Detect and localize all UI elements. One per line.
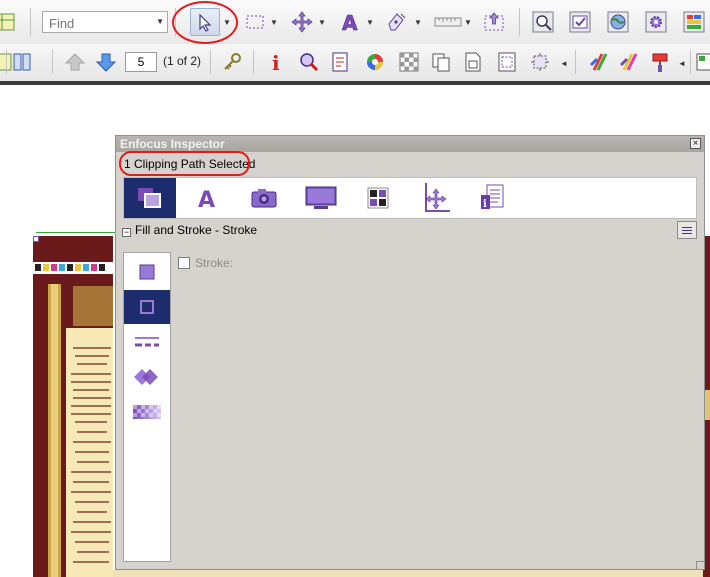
document-edit-icon[interactable]: [328, 49, 354, 75]
select-object-tool-button[interactable]: [190, 8, 220, 36]
find-dropdown-icon[interactable]: ▼: [156, 17, 164, 26]
inspector-tabs: A i: [123, 177, 697, 219]
sidebar-item-fill[interactable]: [124, 255, 170, 289]
panel-menu-button[interactable]: [677, 221, 697, 239]
ruler-dropdown-icon[interactable]: ▼: [464, 18, 472, 27]
resize-grip-icon[interactable]: [696, 561, 704, 569]
close-icon[interactable]: ×: [690, 138, 701, 149]
svg-text:i: i: [272, 51, 280, 74]
sidebar-item-dash[interactable]: [124, 325, 170, 359]
transparency-icon[interactable]: [396, 49, 422, 75]
move-tool-dropdown-icon[interactable]: ▼: [318, 18, 326, 27]
bounding-box-icon[interactable]: [527, 49, 553, 75]
text-tool-dropdown-icon[interactable]: ▼: [366, 18, 374, 27]
stroke-icon: [140, 300, 154, 314]
ink-coverage-icon[interactable]: [617, 49, 643, 75]
dash-pattern-icon: [135, 337, 159, 347]
svg-text:i: i: [483, 199, 487, 210]
separations-icon[interactable]: [587, 49, 613, 75]
panels-toggle-icon[interactable]: [9, 49, 35, 75]
page-count-label: (1 of 2): [163, 54, 202, 68]
move-tool-icon[interactable]: [289, 9, 315, 35]
arrow-pointer-icon: [199, 13, 212, 32]
enfocus-inspector-panel: Enfocus Inspector × 1 Clipping Path Sele…: [115, 135, 705, 570]
document-info-icon[interactable]: i: [263, 49, 289, 75]
upload-object-icon[interactable]: [481, 9, 507, 35]
ruler-icon[interactable]: [433, 9, 463, 35]
duplicate-pages-icon[interactable]: [428, 49, 454, 75]
page-number-input[interactable]: 5: [125, 52, 157, 72]
page-layout-icon[interactable]: [0, 9, 18, 35]
tab-position[interactable]: [409, 178, 461, 218]
color-brush-icon[interactable]: [648, 49, 674, 75]
settings-gear-icon[interactable]: [643, 9, 669, 35]
sidebar-item-overprint[interactable]: [124, 360, 170, 394]
tab-info[interactable]: i: [466, 178, 518, 218]
stroke-checkbox[interactable]: [178, 257, 190, 269]
inspector-title: Enfocus Inspector: [120, 137, 225, 151]
page-tools-overflow-icon[interactable]: ◄: [560, 59, 568, 68]
position-icon: [425, 183, 450, 212]
crop-page-icon[interactable]: [494, 49, 520, 75]
text-tool-icon[interactable]: A: [337, 9, 363, 35]
selection-status: 1 Clipping Path Selected: [124, 157, 256, 171]
color-tools-overflow-icon[interactable]: ◄: [678, 59, 686, 68]
tab-grid[interactable]: [352, 178, 404, 218]
fill-stroke-icon: [138, 188, 161, 208]
sidebar-item-transparency[interactable]: [124, 395, 170, 429]
text-icon: A: [198, 188, 215, 211]
clipping-path-guide: [36, 232, 116, 233]
page-box-icon[interactable]: [460, 49, 486, 75]
tab-fill-stroke[interactable]: [124, 178, 176, 218]
document-colors-icon[interactable]: [694, 49, 710, 75]
svg-text:A: A: [342, 11, 358, 34]
find-field[interactable]: ▼: [42, 11, 168, 33]
document-page-bottom: [113, 570, 703, 577]
fill-stroke-sidebar: [123, 252, 171, 562]
info-icon: i: [481, 184, 504, 210]
section-title: Fill and Stroke - Stroke: [135, 223, 258, 237]
color-wheel-icon[interactable]: [362, 49, 388, 75]
stroke-label: Stroke:: [195, 256, 234, 270]
pen-tool-dropdown-icon[interactable]: ▼: [414, 18, 422, 27]
monitor-icon: [305, 186, 337, 209]
overprint-icon: [134, 369, 158, 385]
inspect-zoom-icon[interactable]: [296, 49, 322, 75]
tab-monitor[interactable]: [295, 178, 347, 218]
tab-image[interactable]: [238, 178, 290, 218]
select-tool-dropdown-icon[interactable]: ▼: [223, 18, 231, 27]
sidebar-item-stroke[interactable]: [124, 290, 170, 324]
marquee-dropdown-icon[interactable]: ▼: [270, 18, 278, 27]
next-page-icon[interactable]: [93, 49, 119, 75]
color-layout-icon[interactable]: [681, 9, 707, 35]
document-page-preview: [33, 236, 113, 577]
grid-icon: [367, 187, 389, 209]
checklist-icon[interactable]: [567, 9, 593, 35]
stroke-option: Stroke:: [178, 256, 233, 270]
previous-page-icon[interactable]: [62, 49, 88, 75]
find-input[interactable]: [47, 13, 151, 33]
main-toolbar: ▼ ▼ ▼ ▼ A ▼ ▼ ▼: [0, 0, 710, 45]
pen-tool-icon[interactable]: [384, 9, 410, 35]
section-header[interactable]: − Fill and Stroke - Stroke: [122, 223, 257, 237]
globe-icon[interactable]: [605, 9, 631, 35]
tab-text[interactable]: A: [181, 178, 233, 218]
marquee-select-icon[interactable]: [242, 9, 268, 35]
camera-icon: [251, 189, 277, 208]
gradient-checker-icon: [133, 405, 161, 419]
key-icon[interactable]: [219, 49, 245, 75]
collapse-icon[interactable]: −: [122, 228, 131, 237]
preflight-icon[interactable]: [530, 9, 556, 35]
svg-text:A: A: [198, 188, 215, 211]
fill-icon: [139, 264, 155, 280]
toolbar-divider: [0, 81, 710, 85]
path-handle[interactable]: [33, 236, 39, 242]
inspector-title-bar[interactable]: Enfocus Inspector ×: [116, 136, 704, 152]
